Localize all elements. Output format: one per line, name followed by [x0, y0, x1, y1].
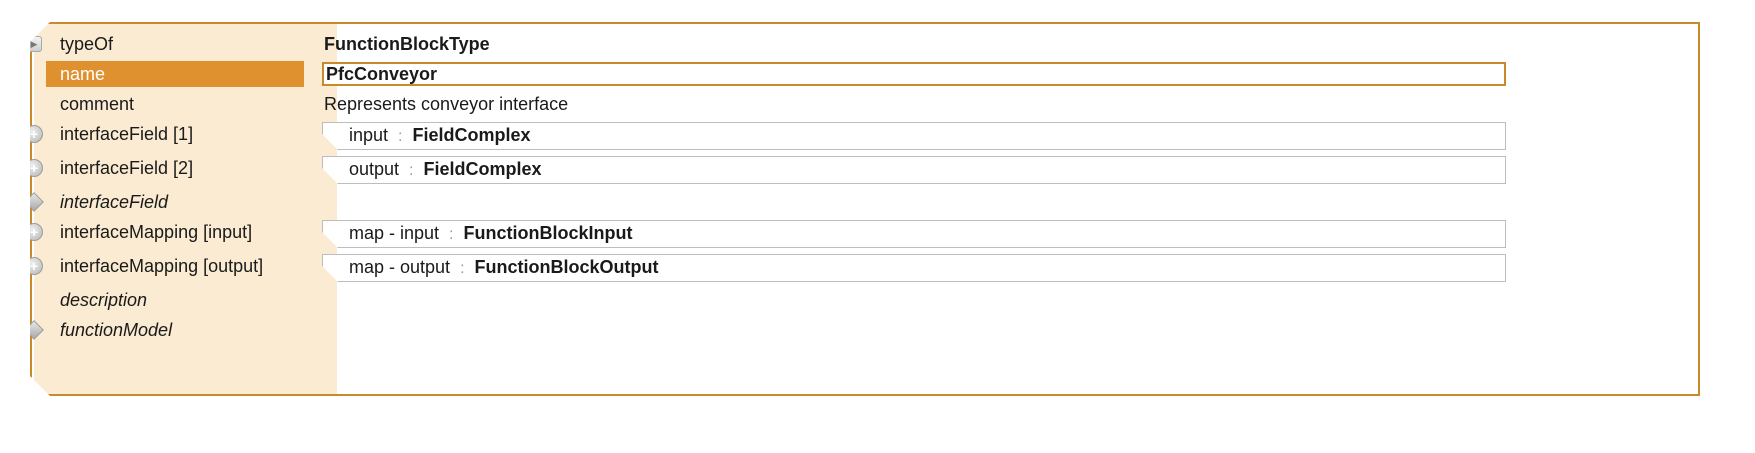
property-label-interfacefield-new: interfaceField [60, 191, 169, 212]
comment-value[interactable]: Represents conveyor interface [324, 94, 568, 115]
property-label-interfacemapping-input: interfaceMapping [input] [60, 221, 253, 242]
reference-content: map - input : FunctionBlockInput [349, 223, 632, 244]
reference-type: FieldComplex [423, 159, 542, 179]
property-label-functionmodel: functionModel [60, 319, 173, 340]
interfacemapping-input-reference[interactable]: map - input : FunctionBlockInput [322, 220, 1506, 248]
name-field[interactable]: PfcConveyor [322, 62, 1506, 86]
reference-name: input [349, 125, 389, 145]
property-label-typeof: typeOf [60, 33, 114, 54]
diamond-icon[interactable] [24, 320, 44, 340]
reference-name: map - input [349, 223, 440, 243]
property-label-interfacefield-2: interfaceField [2] [60, 157, 194, 178]
reference-content: output : FieldComplex [349, 159, 542, 180]
interfacemapping-output-reference[interactable]: map - output : FunctionBlockOutput [322, 254, 1506, 282]
typeof-value[interactable]: FunctionBlockType [324, 34, 490, 55]
triangle-icon[interactable]: ▶ [24, 34, 44, 54]
plus-circle-icon[interactable]: + [24, 124, 44, 144]
reference-content: map - output : FunctionBlockOutput [349, 257, 659, 278]
plus-circle-icon[interactable]: + [24, 256, 44, 276]
reference-type: FunctionBlockOutput [474, 257, 659, 277]
reference-separator: : [460, 260, 465, 277]
plus-circle-icon[interactable]: + [24, 222, 44, 242]
reference-content: input : FieldComplex [349, 125, 531, 146]
property-label-interfacefield-1: interfaceField [1] [60, 123, 194, 144]
property-label-name: name [60, 63, 106, 84]
reference-separator: : [398, 128, 403, 145]
object-editor-frame: ▶ typeOf name comment + interfaceField [… [30, 22, 1700, 396]
property-label-interfacemapping-output: interfaceMapping [output] [60, 255, 264, 276]
interfacefield-1-reference[interactable]: input : FieldComplex [322, 122, 1506, 150]
reference-type: FieldComplex [412, 125, 531, 145]
plus-circle-icon[interactable]: + [24, 158, 44, 178]
property-label-description: description [60, 289, 148, 310]
interfacefield-2-reference[interactable]: output : FieldComplex [322, 156, 1506, 184]
reference-separator: : [449, 226, 454, 243]
property-label-comment: comment [60, 93, 135, 114]
reference-type: FunctionBlockInput [463, 223, 633, 243]
reference-name: map - output [349, 257, 451, 277]
diamond-icon[interactable] [24, 192, 44, 212]
reference-separator: : [409, 162, 414, 179]
reference-name: output [349, 159, 400, 179]
